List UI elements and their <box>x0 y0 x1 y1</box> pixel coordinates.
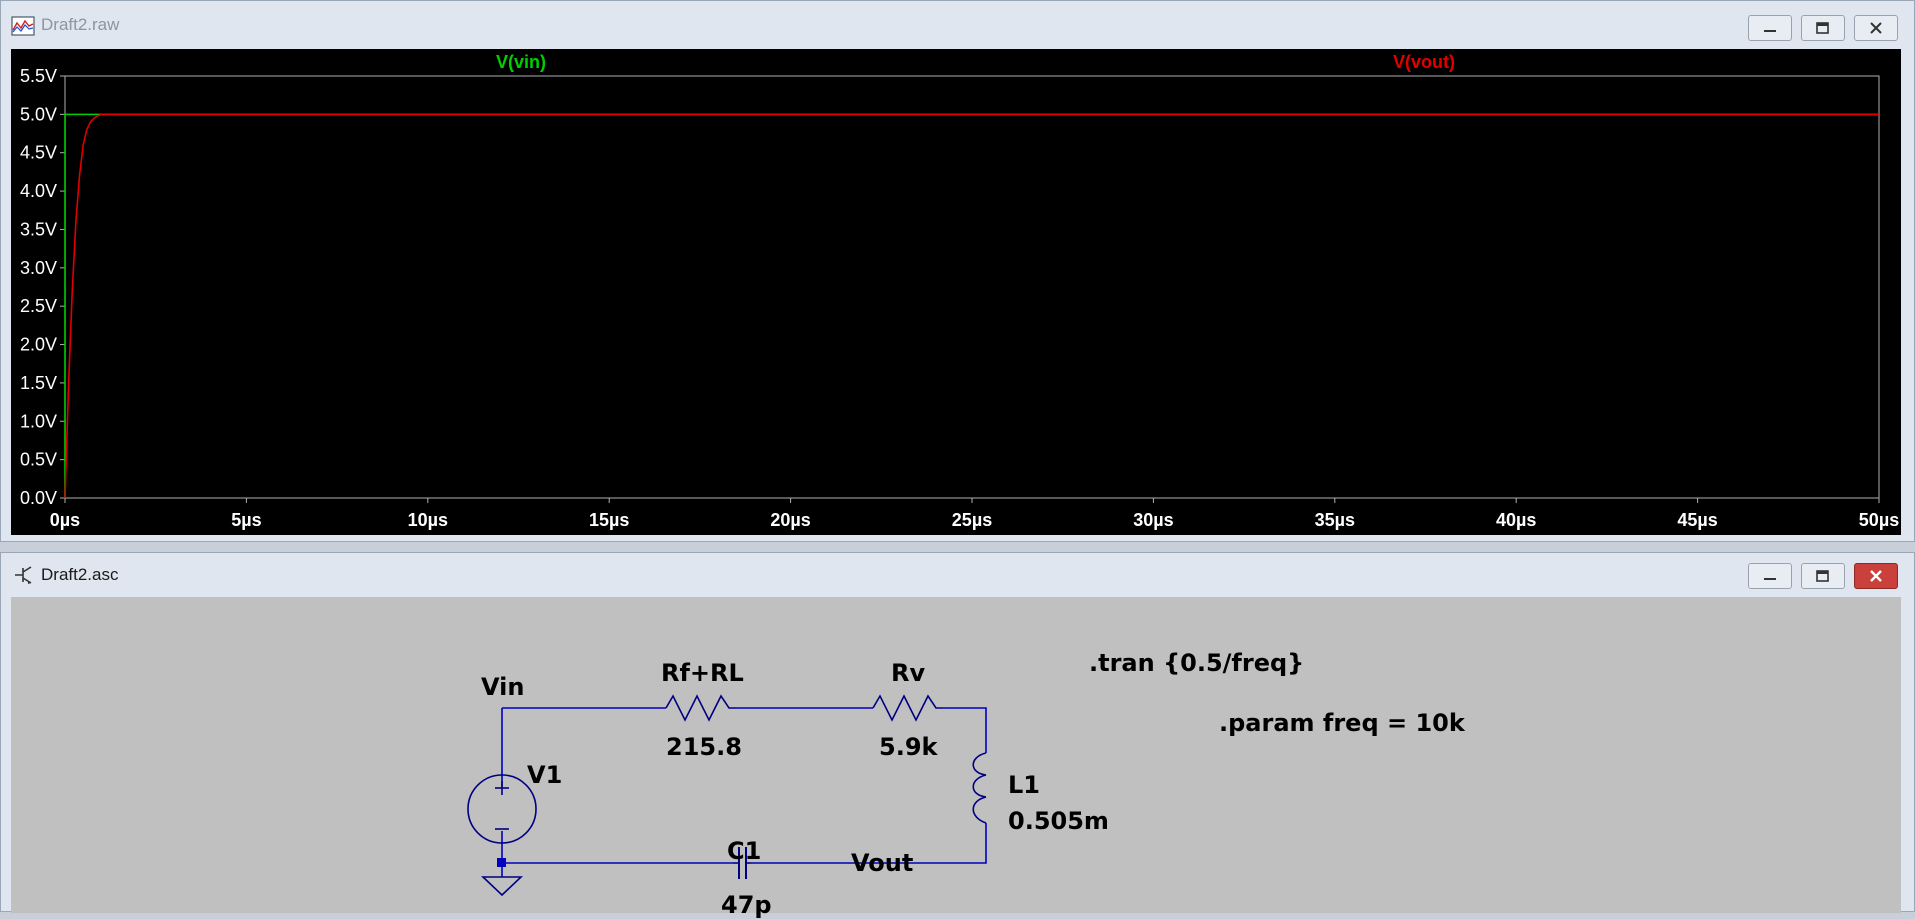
waveform-window[interactable]: Draft2.raw 0.0V 0.5V 1.0V 1.5V 2.0V 2.5V 3.0V 3… <box>0 0 1915 542</box>
y-tick-label: 2.5V <box>20 296 57 316</box>
r1-value-label[interactable]: 215.8 <box>666 733 742 761</box>
r1-name-label[interactable]: Rf+RL <box>661 659 744 687</box>
schematic-window-title: Draft2.asc <box>41 565 119 584</box>
x-tick-label: 5µs <box>231 510 261 530</box>
waveform-app-icon <box>11 16 35 36</box>
waveform-titlebar[interactable]: Draft2.raw <box>1 1 1914 49</box>
schematic-app-icon <box>15 566 32 584</box>
x-tick-label: 45µs <box>1677 510 1717 530</box>
ground-node-dot[interactable] <box>497 858 506 867</box>
schematic-canvas[interactable]: Vin Rf+RL 215.8 Rv 5.9k V1 L1 0.505m C1 … <box>11 597 1901 919</box>
x-tick-label: 15µs <box>589 510 629 530</box>
schematic-titlebar[interactable]: Draft2.asc <box>1 553 1914 597</box>
y-tick-label: 1.5V <box>20 373 57 393</box>
y-tick-label: 5.0V <box>20 104 57 124</box>
y-tick-label: 0.0V <box>20 488 57 508</box>
y-tick-label: 4.5V <box>20 143 57 163</box>
ground-icon[interactable] <box>480 876 524 897</box>
y-tick-label: 3.0V <box>20 258 57 278</box>
close-icon <box>1870 570 1882 582</box>
close-button[interactable] <box>1854 15 1898 41</box>
restore-icon <box>1816 22 1829 34</box>
c1-value-label[interactable]: 47p <box>721 891 772 919</box>
wire-r2-l1[interactable] <box>943 707 987 753</box>
schematic-drawing[interactable] <box>11 597 1901 913</box>
inductor-l1[interactable] <box>972 752 987 824</box>
schematic-close-button[interactable] <box>1854 563 1898 589</box>
l1-value-label[interactable]: 0.505m <box>1008 807 1109 835</box>
y-tick-label: 0.5V <box>20 450 57 470</box>
y-tick-label: 1.0V <box>20 411 57 431</box>
trace-vin[interactable] <box>64 113 1879 499</box>
schematic-window[interactable]: Draft2.asc Vin Rf+RL 215.8 Rv 5.9k V1 L1… <box>0 552 1915 919</box>
schematic-maximize-button[interactable] <box>1801 563 1845 589</box>
v1-name-label[interactable]: V1 <box>527 761 562 789</box>
y-tick-label: 3.5V <box>20 219 57 239</box>
schematic-minimize-button[interactable] <box>1748 563 1792 589</box>
x-tick-label: 30µs <box>1133 510 1173 530</box>
trace-vout[interactable] <box>64 113 1879 499</box>
restore-icon <box>1816 570 1829 582</box>
resistor-rv[interactable] <box>872 694 943 722</box>
tran-directive[interactable]: .tran {0.5/freq} <box>1089 649 1304 677</box>
r2-name-label[interactable]: Rv <box>891 659 925 687</box>
waveform-plot-pane[interactable]: 0.0V 0.5V 1.0V 1.5V 2.0V 2.5V 3.0V 3.5V 4.0V 4.5V… <box>11 49 1901 535</box>
net-label-vout[interactable]: Vout <box>851 849 913 877</box>
x-tick-label: 25µs <box>952 510 992 530</box>
maximize-button[interactable] <box>1801 15 1845 41</box>
r2-value-label[interactable]: 5.9k <box>879 733 937 761</box>
wire-c1-ground[interactable] <box>501 831 733 864</box>
legend-vout[interactable]: V(vout) <box>1393 52 1455 72</box>
c1-name-label[interactable]: C1 <box>727 837 761 865</box>
x-tick-label: 50µs <box>1859 510 1899 530</box>
x-tick-label: 10µs <box>408 510 448 530</box>
net-label-vin[interactable]: Vin <box>481 673 524 701</box>
waveform-plot[interactable]: 0.0V 0.5V 1.0V 1.5V 2.0V 2.5V 3.0V 3.5V 4.0V 4.5V… <box>11 49 1901 535</box>
minimize-button[interactable] <box>1748 15 1792 41</box>
x-tick-label: 20µs <box>770 510 810 530</box>
waveform-window-title: Draft2.raw <box>41 15 120 34</box>
resistor-rf-rl[interactable] <box>665 694 736 722</box>
y-tick-label: 4.0V <box>20 181 57 201</box>
y-tick-label: 2.0V <box>20 335 57 355</box>
minimize-icon <box>1764 578 1776 580</box>
close-icon <box>1870 22 1882 34</box>
x-tick-label: 40µs <box>1496 510 1536 530</box>
y-tick-label: 5.5V <box>20 66 57 86</box>
legend-vin[interactable]: V(vin) <box>496 52 546 72</box>
l1-name-label[interactable]: L1 <box>1008 771 1040 799</box>
plot-frame <box>64 75 1880 499</box>
minimize-icon <box>1764 30 1776 32</box>
x-tick-label: 0µs <box>50 510 80 530</box>
param-directive[interactable]: .param freq = 10k <box>1219 709 1465 737</box>
x-tick-label: 35µs <box>1315 510 1355 530</box>
